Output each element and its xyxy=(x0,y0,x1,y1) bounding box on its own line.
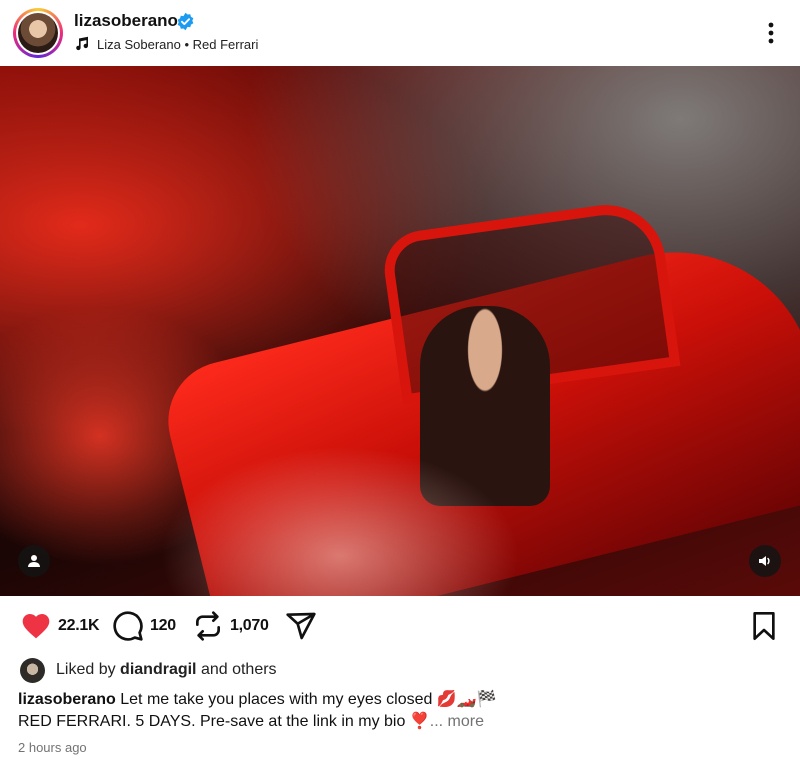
tagged-people-button[interactable] xyxy=(18,545,50,577)
caption-ellipsis: ... xyxy=(429,713,448,730)
caption-line-2: RED FERRARI. 5 DAYS. Pre-save at the lin… xyxy=(18,713,430,730)
repost-count[interactable]: 1,070 xyxy=(230,617,269,635)
audio-track-link[interactable]: Liza Soberano • Red Ferrari xyxy=(97,37,258,52)
share-button[interactable] xyxy=(285,606,317,646)
like-button[interactable]: 22.1K xyxy=(20,606,100,646)
post-timestamp: 2 hours ago xyxy=(18,740,87,755)
music-note-icon xyxy=(76,36,89,51)
like-count[interactable]: 22.1K xyxy=(58,617,100,635)
action-bar: 22.1K 120 1,070 xyxy=(0,606,800,646)
repost-button[interactable]: 1,070 xyxy=(192,606,269,646)
liked-by-prefix: Liked by xyxy=(56,661,121,678)
save-button[interactable] xyxy=(748,606,780,646)
send-icon xyxy=(286,612,316,640)
caption-line-1: Let me take you places with my eyes clos… xyxy=(115,691,497,708)
profile-avatar[interactable] xyxy=(13,8,63,58)
liked-by-row: Liked by diandragil and others xyxy=(20,657,277,683)
liker-username[interactable]: diandragil xyxy=(120,661,196,678)
speaker-icon xyxy=(759,556,770,566)
comment-count[interactable]: 120 xyxy=(150,617,176,635)
person-tag-icon xyxy=(28,555,40,567)
post-image[interactable] xyxy=(0,66,800,596)
comment-button[interactable]: 120 xyxy=(112,606,176,646)
username[interactable]: lizasoberano xyxy=(74,11,178,31)
verified-badge-icon xyxy=(177,12,194,31)
caption-username[interactable]: lizasoberano xyxy=(18,691,116,708)
liked-by-others[interactable]: and others xyxy=(197,661,277,678)
liker-avatar[interactable] xyxy=(20,657,45,683)
more-vertical-icon[interactable] xyxy=(760,20,782,46)
post-header: lizasoberano Liza Soberano • Red Ferrari xyxy=(0,0,800,66)
bookmark-icon xyxy=(753,612,775,640)
caption: lizasoberano Let me take you places with… xyxy=(18,689,788,733)
audio-toggle-button[interactable] xyxy=(749,545,781,577)
caption-more-link[interactable]: more xyxy=(448,713,484,730)
heart-icon xyxy=(22,614,50,639)
repost-icon xyxy=(196,611,220,641)
liked-by-text: Liked by diandragil and others xyxy=(56,661,277,679)
comment-icon xyxy=(113,611,143,641)
